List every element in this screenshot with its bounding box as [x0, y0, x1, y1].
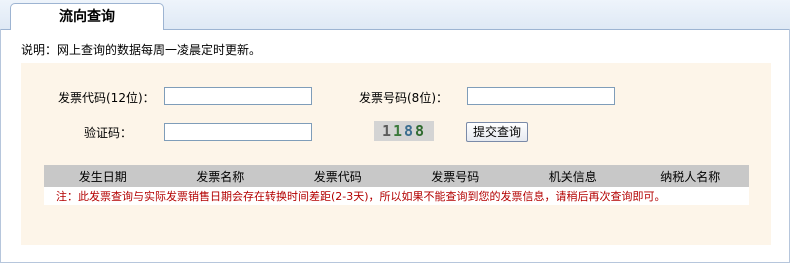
column-header-invoice-code: 发票代码: [313, 169, 362, 184]
captcha-char: 8: [404, 122, 416, 140]
captcha-label: 验证码：: [84, 126, 133, 140]
invoice-number-label: 发票号码(8位)：: [359, 91, 448, 105]
query-delay-note: 注：此发票查询与实际发票销售日期会存在转换时间差距(2-3天)，所以如果不能查询…: [56, 190, 666, 203]
invoice-number-input[interactable]: [467, 87, 615, 105]
column-header-invoice-name: 发票名称: [196, 169, 245, 184]
update-notice: 说明：网上查询的数据每周一凌晨定时更新。: [21, 43, 262, 57]
captcha-char: 1: [381, 122, 393, 140]
submit-query-button[interactable]: 提交查询: [466, 122, 528, 142]
column-header-taxpayer-name: 纳税人名称: [660, 169, 721, 184]
invoice-code-label: 发票代码(12位)：: [58, 91, 155, 105]
tab-strip: 流向查询: [0, 0, 790, 30]
results-table-header: 发生日期 发票名称 发票代码 发票号码 机关信息 纳税人名称: [44, 165, 749, 187]
column-header-date: 发生日期: [78, 169, 127, 184]
invoice-code-input[interactable]: [164, 87, 312, 105]
captcha-image[interactable]: 1188: [374, 121, 434, 141]
tab-flow-query[interactable]: 流向查询: [10, 3, 164, 30]
captcha-char: 8: [415, 122, 427, 140]
column-header-invoice-number: 发票号码: [431, 169, 480, 184]
results-note-row: 注：此发票查询与实际发票销售日期会存在转换时间差距(2-3天)，所以如果不能查询…: [44, 187, 749, 205]
column-header-authority-info: 机关信息: [548, 169, 597, 184]
captcha-char: 1: [392, 122, 404, 140]
captcha-input[interactable]: [164, 123, 312, 141]
